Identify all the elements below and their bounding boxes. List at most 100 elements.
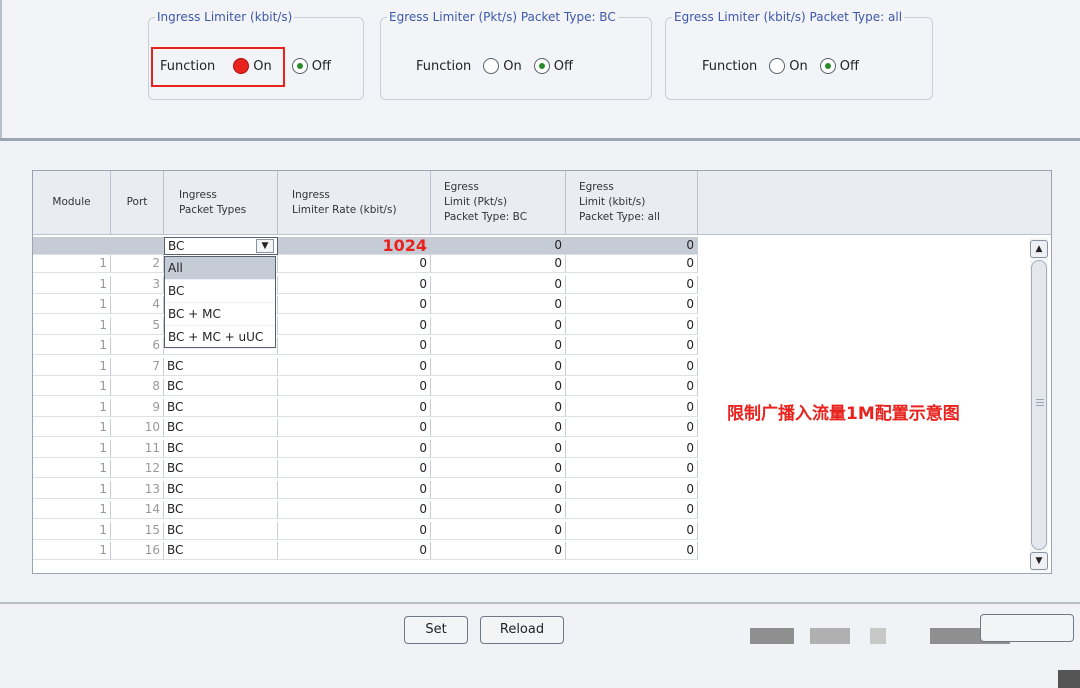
- cell-rate[interactable]: 0: [278, 296, 431, 314]
- header-egress-all-l2: Limit (kbit/s): [579, 196, 646, 208]
- egress-all-on-radio-icon[interactable]: [769, 58, 786, 74]
- cell-module: 1: [33, 542, 111, 560]
- ingress-off-radio-icon[interactable]: [291, 58, 308, 74]
- table-row[interactable]: 1 15 BC 0 0 0: [33, 521, 698, 540]
- cell-rate[interactable]: 0: [278, 501, 431, 519]
- table-row[interactable]: 12000: [33, 255, 698, 273]
- header-filler: [698, 171, 1051, 235]
- header-port-label: Port: [126, 196, 148, 208]
- cell-egress-all: 0: [566, 398, 698, 417]
- header-ingress-types-l1: Ingress: [179, 188, 217, 201]
- header-module[interactable]: Module: [33, 171, 111, 235]
- table-row[interactable]: 1 10 BC 0 0 0: [33, 419, 698, 437]
- cell-rate[interactable]: 0: [278, 316, 431, 335]
- cell-module: 1: [33, 337, 111, 355]
- cell-type[interactable]: BC: [164, 419, 278, 437]
- reload-button[interactable]: Reload: [480, 616, 564, 644]
- dropdown-option[interactable]: All: [165, 257, 275, 280]
- cell-rate[interactable]: 0: [278, 378, 431, 396]
- table-row[interactable]: 1 9 BC 0 0 0: [33, 398, 698, 417]
- cell-rate[interactable]: 0: [278, 460, 431, 478]
- cell-rate[interactable]: 0: [278, 398, 431, 417]
- cell-rate[interactable]: 0: [278, 275, 431, 294]
- table-row[interactable]: 16BC000: [33, 337, 698, 355]
- scroll-up-icon[interactable]: ▲: [1030, 240, 1048, 258]
- cell-port: 2: [111, 255, 164, 273]
- cell-rate[interactable]: 0: [278, 542, 431, 560]
- egress-all-on-label: On: [789, 58, 808, 74]
- vertical-scrollbar[interactable]: ▲ ▼: [1030, 238, 1048, 572]
- cell-egress-all: 0: [566, 337, 698, 355]
- cell-egress-all: 0: [566, 275, 698, 294]
- ingress-off-option[interactable]: Off: [291, 58, 331, 74]
- redacted-block: [750, 628, 794, 644]
- egress-all-off-radio-icon[interactable]: [819, 58, 836, 74]
- cell-type[interactable]: BC: [164, 501, 278, 519]
- help-button[interactable]: [980, 614, 1074, 642]
- header-ingress-types[interactable]: Ingress Packet Types: [164, 171, 278, 235]
- cell-type[interactable]: BC: [164, 542, 278, 560]
- table-row[interactable]: 1 8 BC 0 0 0: [33, 378, 698, 396]
- scroll-down-icon[interactable]: ▼: [1030, 552, 1048, 570]
- cell-rate[interactable]: 0: [278, 357, 431, 376]
- table-row[interactable]: 1 13 BC 0 0 0: [33, 480, 698, 499]
- set-button[interactable]: Set: [404, 616, 468, 644]
- packet-type-combo-value: BC: [168, 239, 185, 253]
- table-row[interactable]: 1 16 BC 0 0 0: [33, 542, 698, 560]
- header-egress-bc-l3: Packet Type: BC: [444, 211, 528, 223]
- egress-bc-off-radio-icon[interactable]: [533, 58, 550, 74]
- header-port[interactable]: Port: [111, 171, 164, 235]
- table-row[interactable]: 1 7 BC 0 0 0: [33, 357, 698, 376]
- egress-bc-off-option[interactable]: Off: [533, 58, 573, 74]
- cell-rate[interactable]: 0: [278, 419, 431, 437]
- dropdown-option[interactable]: BC: [165, 280, 275, 303]
- egress-all-on-option[interactable]: On: [769, 58, 808, 74]
- header-egress-bc-l1: Egress: [444, 181, 479, 193]
- egress-bc-function-label: Function: [416, 58, 472, 74]
- cell-port: 14: [111, 501, 164, 519]
- cell-egress-bc: 0: [431, 237, 566, 255]
- header-ingress-rate[interactable]: Ingress Limiter Rate (kbit/s): [278, 171, 431, 235]
- cell-module: 1: [33, 378, 111, 396]
- cell-egress-bc: 0: [431, 439, 566, 458]
- panel-divider: [0, 138, 1080, 141]
- cell-type[interactable]: BC: [164, 439, 278, 458]
- cell-type[interactable]: BC: [164, 460, 278, 478]
- cell-egress-all: 0: [566, 378, 698, 396]
- header-egress-bc[interactable]: Egress Limit (Pkt/s) Packet Type: BC: [431, 171, 566, 235]
- dropdown-option[interactable]: BC + MC: [165, 303, 275, 326]
- cell-type[interactable]: BC: [164, 378, 278, 396]
- table-row[interactable]: 15000: [33, 316, 698, 335]
- table-row[interactable]: 1 12 BC 0 0 0: [33, 460, 698, 478]
- packet-type-dropdown[interactable]: All BC BC + MC BC + MC + uUC: [164, 256, 276, 349]
- cell-module: 1: [33, 316, 111, 335]
- port-limiter-table: Module Port Ingress Packet Types Ingress…: [32, 170, 1052, 574]
- cell-type[interactable]: BC: [164, 357, 278, 376]
- cell-type[interactable]: BC: [164, 398, 278, 417]
- cell-egress-bc: 0: [431, 542, 566, 560]
- table-row[interactable]: 14000: [33, 296, 698, 314]
- egress-bc-on-radio-icon[interactable]: [483, 58, 500, 74]
- cell-egress-bc: 0: [431, 337, 566, 355]
- cell-type[interactable]: BC: [164, 480, 278, 499]
- cell-rate[interactable]: 0: [278, 480, 431, 499]
- egress-all-off-option[interactable]: Off: [819, 58, 859, 74]
- dropdown-option[interactable]: BC + MC + uUC: [165, 326, 275, 349]
- cell-type[interactable]: BC: [164, 521, 278, 540]
- cell-rate[interactable]: 1024: [278, 237, 431, 255]
- egress-bc-on-option[interactable]: On: [483, 58, 522, 74]
- table-row[interactable]: 1 14 BC 0 0 0: [33, 501, 698, 519]
- packet-type-combo[interactable]: BC ▼: [164, 237, 278, 255]
- table-row-selected[interactable]: BC ▼ 1024 0 0: [33, 237, 698, 255]
- cell-rate[interactable]: 0: [278, 439, 431, 458]
- cell-rate[interactable]: 0: [278, 337, 431, 355]
- scroll-thumb[interactable]: [1031, 260, 1047, 550]
- table-row[interactable]: 13000: [33, 275, 698, 294]
- header-egress-all[interactable]: Egress Limit (kbit/s) Packet Type: all: [566, 171, 698, 235]
- cell-rate[interactable]: 0: [278, 521, 431, 540]
- cell-port: 10: [111, 419, 164, 437]
- cell-rate[interactable]: 0: [278, 255, 431, 273]
- table-row[interactable]: 1 11 BC 0 0 0: [33, 439, 698, 458]
- chevron-down-icon[interactable]: ▼: [256, 239, 274, 253]
- cell-port: 4: [111, 296, 164, 314]
